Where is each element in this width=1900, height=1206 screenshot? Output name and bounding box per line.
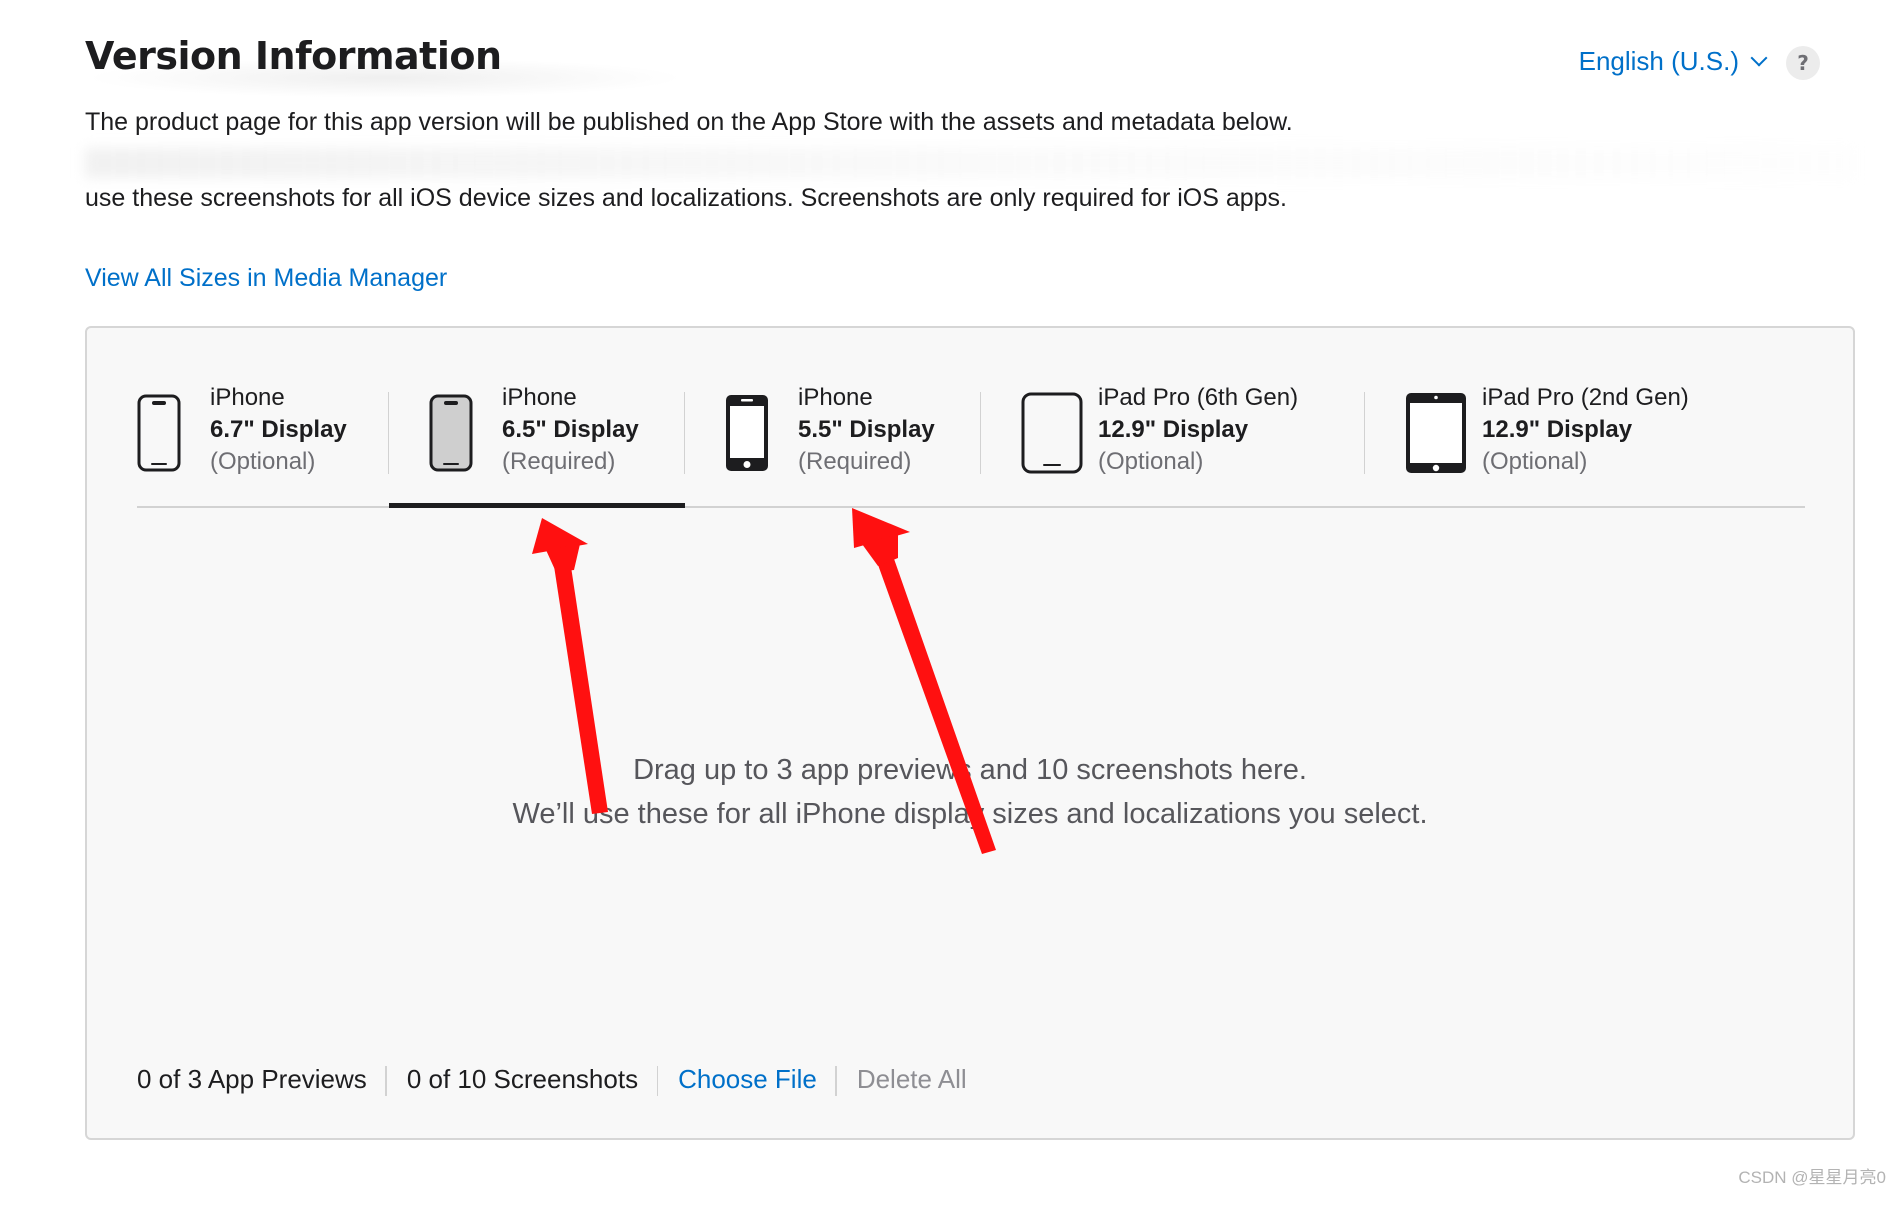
- tab-requirement: (Optional): [1098, 448, 1204, 475]
- tab-display-size: 12.9" Display: [1482, 416, 1633, 443]
- tab-device-name: iPad Pro (6th Gen): [1098, 384, 1299, 411]
- screenshot-drop-zone[interactable]: Drag up to 3 app previews and 10 screens…: [87, 748, 1853, 836]
- tab-ipad-pro-6th-gen[interactable]: iPad Pro (6th Gen) 12.9" Display (Option…: [981, 376, 1365, 504]
- media-manager-link[interactable]: View All Sizes in Media Manager: [85, 264, 447, 293]
- tab-display-size: 6.5" Display: [502, 416, 639, 443]
- drop-zone-note: We’ll use these for all iPhone display s…: [512, 798, 1428, 830]
- screenshot-usage-note: use these screenshots for all iOS device…: [85, 184, 1288, 212]
- iphone-notch-filled-icon: [429, 392, 489, 474]
- screenshot-upload-panel: iPhone 6.7" Display (Optional) iPhone 6.…: [85, 326, 1855, 1140]
- tab-device-name: iPhone: [502, 384, 577, 411]
- page-title: Version Information: [85, 34, 502, 78]
- tab-device-name: iPad Pro (2nd Gen): [1482, 384, 1689, 411]
- tab-device-name: iPhone: [210, 384, 285, 411]
- tab-display-size: 5.5" Display: [798, 416, 935, 443]
- device-size-tabs: iPhone 6.7" Display (Optional) iPhone 6.…: [137, 376, 1805, 508]
- ipad-outline-icon: [1021, 392, 1085, 474]
- delete-all-button[interactable]: Delete All: [837, 1064, 987, 1095]
- chevron-down-icon: [1750, 49, 1768, 66]
- language-dropdown[interactable]: English (U.S.): [1578, 46, 1768, 77]
- tab-iphone-6-5[interactable]: iPhone 6.5" Display (Required): [389, 376, 685, 508]
- iphone-home-button-icon: [725, 392, 785, 474]
- description-text: The product page for this app version wi…: [85, 108, 1293, 136]
- language-label: English (U.S.): [1578, 46, 1739, 76]
- iphone-notch-outline-icon: [137, 392, 197, 474]
- screenshots-count: 0 of 10 Screenshots: [387, 1064, 659, 1096]
- help-button[interactable]: ?: [1786, 46, 1820, 80]
- ipad-home-button-icon: [1405, 392, 1469, 474]
- tab-requirement: (Required): [798, 448, 912, 475]
- tab-requirement: (Required): [502, 448, 616, 475]
- app-previews-count: 0 of 3 App Previews: [137, 1064, 387, 1096]
- tab-display-size: 6.7" Display: [210, 416, 347, 443]
- choose-file-button[interactable]: Choose File: [658, 1064, 837, 1096]
- tab-display-size: 12.9" Display: [1098, 416, 1249, 443]
- tab-requirement: (Optional): [1482, 448, 1588, 475]
- tab-requirement: (Optional): [210, 448, 316, 475]
- tab-iphone-6-7[interactable]: iPhone 6.7" Display (Optional): [137, 376, 389, 504]
- tab-ipad-pro-2nd-gen[interactable]: iPad Pro (2nd Gen) 12.9" Display (Option…: [1365, 376, 1805, 504]
- watermark: CSDN @星星月亮0: [1738, 1168, 1886, 1187]
- tab-iphone-5-5[interactable]: iPhone 5.5" Display (Required): [685, 376, 981, 504]
- drop-zone-instruction: Drag up to 3 app previews and 10 screens…: [633, 754, 1307, 786]
- upload-footer: 0 of 3 App Previews 0 of 10 Screenshots …: [137, 1064, 987, 1096]
- tab-device-name: iPhone: [798, 384, 873, 411]
- blurred-text-overlay: [85, 148, 1855, 178]
